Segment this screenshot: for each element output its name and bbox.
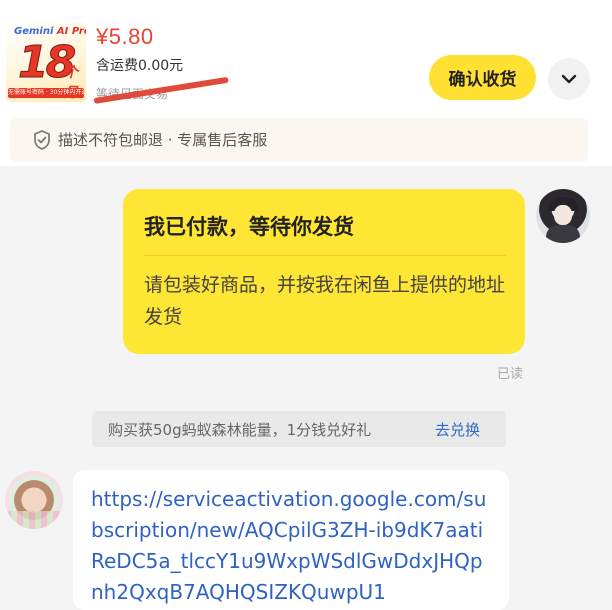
shipping-fee: 含运费0.00元: [96, 58, 184, 74]
avatar-body: [546, 225, 580, 243]
message-body: 请包装好商品，并按我在闲鱼上提供的地址发货: [144, 274, 506, 328]
activation-link[interactable]: https://serviceactivation.google.com/sub…: [91, 484, 491, 608]
product-thumbnail[interactable]: Gemini AI Pro 18 个月 无需账号密码 · 30分钟内开通: [6, 22, 86, 102]
guarantee-text: 描述不符包邮退 · 专属售后客服: [58, 131, 268, 149]
order-price: ¥5.80: [96, 24, 154, 49]
my-avatar[interactable]: [536, 189, 590, 243]
promo-redeem-link[interactable]: 去兑换: [435, 419, 480, 440]
seller-message-bubble[interactable]: https://serviceactivation.google.com/sub…: [73, 470, 509, 610]
message-title: 我已付款，等待你发货: [144, 215, 354, 239]
seller-avatar[interactable]: [5, 471, 63, 529]
promo-notice: 购买获50g蚂蚁森林能量，1分钱兑好礼 去兑换: [92, 411, 506, 447]
read-receipt: 已读: [497, 367, 524, 382]
shield-check-icon: [34, 130, 50, 150]
order-card: Gemini AI Pro 18 个月 无需账号密码 · 30分钟内开通 ¥5.…: [0, 0, 612, 166]
chevron-down-icon: [561, 74, 577, 84]
my-message-bubble[interactable]: 我已付款，等待你发货 请包装好商品，并按我在闲鱼上提供的地址发货: [123, 189, 525, 354]
message-divider: [144, 255, 506, 256]
avatar-face: [554, 205, 572, 225]
avatar-flowers: [5, 511, 63, 529]
expand-order-button[interactable]: [548, 58, 590, 100]
guarantee-bar[interactable]: 描述不符包邮退 · 专属售后客服: [10, 118, 588, 162]
thumbnail-ribbon: 无需账号密码 · 30分钟内开通: [8, 88, 84, 98]
promo-text: 购买获50g蚂蚁森林能量，1分钱兑好礼: [108, 421, 372, 439]
confirm-receipt-button[interactable]: 确认收货: [429, 55, 536, 100]
thumbnail-brand: Gemini AI Pro: [14, 26, 86, 37]
